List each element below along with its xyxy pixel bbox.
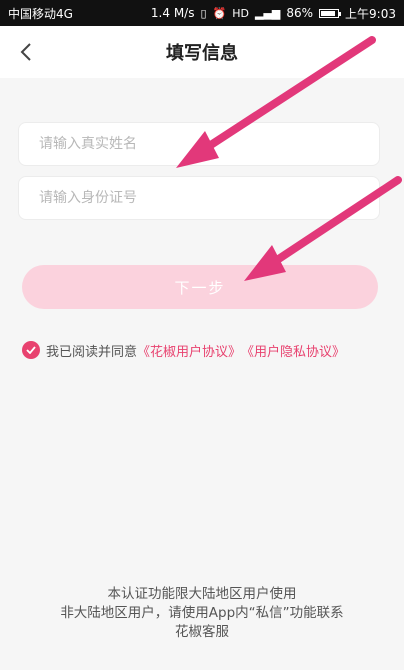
annotation-arrows [176,36,402,281]
footer-line-2: 非大陆地区用户，请使用App内“私信”功能联系 [60,605,344,621]
back-button[interactable] [10,36,42,68]
alarm-icon: ⏰ [212,6,227,20]
battery-icon [319,8,342,18]
agree-checkbox[interactable] [22,341,40,359]
navbar: 填写信息 [0,26,404,78]
vibrate-icon: ▯ [200,6,207,20]
footer-line-3: 花椒客服 [175,624,229,640]
chevron-left-icon [20,43,31,61]
agreement-row: 我已阅读并同意 《花椒用户协议》 《用户隐私协议》 [22,340,345,360]
privacy-agreement-link[interactable]: 《用户隐私协议》 [241,341,345,360]
user-agreement-link[interactable]: 《花椒用户协议》 [137,341,241,360]
page-title: 填写信息 [166,43,238,64]
footer-line-1: 本认证功能限大陆地区用户使用 [107,586,297,602]
carrier-label: 中国移动4G [8,6,73,21]
next-step-button[interactable]: 下一步 [22,265,378,309]
hd-icon: HD [232,6,249,20]
check-icon [26,346,36,354]
status-bar: 中国移动4G 1.4 M/s ▯ ⏰ HD ▂▄▆ 86% 上午9:03 [0,0,404,26]
network-speed: 1.4 M/s [150,6,195,20]
signal-icon: ▂▄▆ [254,6,281,20]
footer-notice: 本认证功能限大陆地区用户使用 非大陆地区用户，请使用App内“私信”功能联系 花… [0,585,404,642]
id-number-input[interactable] [18,176,380,220]
clock: 上午9:03 [345,6,396,21]
agreement-text: 我已阅读并同意 [46,344,138,360]
status-bar-right: 1.4 M/s ▯ ⏰ HD ▂▄▆ 86% 上午9:03 [151,5,396,22]
battery-percent: 86% [286,6,314,20]
real-name-input[interactable] [18,122,380,166]
